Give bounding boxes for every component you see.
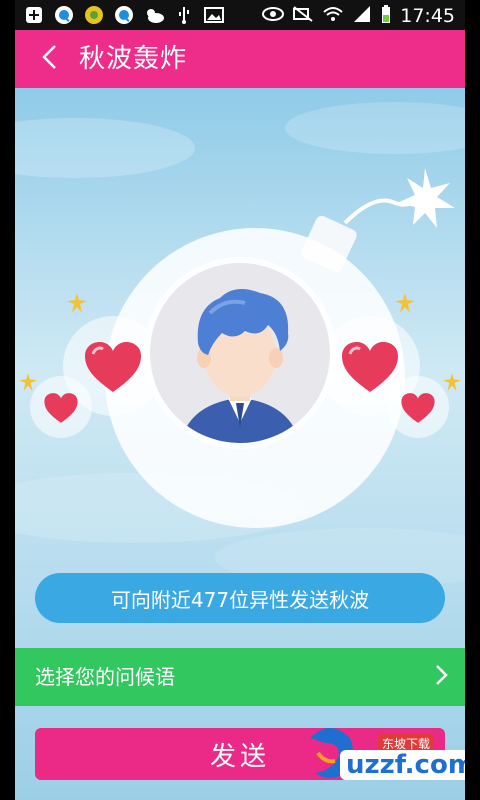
q-app-icon (53, 4, 75, 26)
status-right-icons: 17:45 (262, 4, 455, 28)
left-edge (0, 0, 15, 800)
wifi-icon (322, 5, 344, 27)
add-icon (23, 4, 45, 26)
image-icon (203, 4, 225, 26)
greeting-selector[interactable]: 选择您的问候语 (15, 648, 465, 706)
spark-icon (443, 373, 461, 391)
main-content: 可向附近477位异性发送秋波 选择您的问候语 发送 东坡下载 uzzf.com (15, 88, 465, 800)
spark-icon (19, 373, 37, 391)
right-edge (465, 0, 480, 800)
status-time: 17:45 (400, 5, 455, 27)
app-bar: 秋波轰炸 (15, 30, 465, 88)
heart-bubble-right-small (387, 376, 449, 438)
page-title: 秋波轰炸 (79, 44, 188, 74)
status-left-icons (23, 4, 225, 26)
heart-bubble-left-small (30, 376, 92, 438)
usb-icon (173, 4, 195, 26)
weather-icon (143, 4, 165, 26)
heart-icon (44, 393, 78, 423)
watermark-main-text: uzzf.com (340, 750, 465, 780)
site-watermark: 东坡下载 uzzf.com (300, 718, 465, 788)
battery-icon (380, 4, 392, 28)
heart-icon (401, 393, 435, 423)
status-bar: 17:45 (15, 0, 465, 30)
heart-icon (342, 342, 398, 392)
greeting-label: 选择您的问候语 (35, 665, 175, 689)
spark-icon (395, 293, 415, 313)
nfc-mute-icon (292, 5, 314, 27)
game-icon (83, 4, 105, 26)
chevron-right-icon (435, 663, 449, 692)
q-app-icon-2 (113, 4, 135, 26)
avatar-illustration (150, 263, 330, 443)
avatar[interactable] (150, 263, 330, 443)
back-button[interactable] (35, 43, 63, 75)
spark-icon (67, 293, 87, 313)
eye-icon (262, 6, 285, 26)
nearby-count-pill: 可向附近477位异性发送秋波 (35, 573, 445, 623)
heart-icon (85, 342, 141, 392)
chevron-left-icon (40, 43, 58, 76)
signal-icon (352, 5, 372, 27)
